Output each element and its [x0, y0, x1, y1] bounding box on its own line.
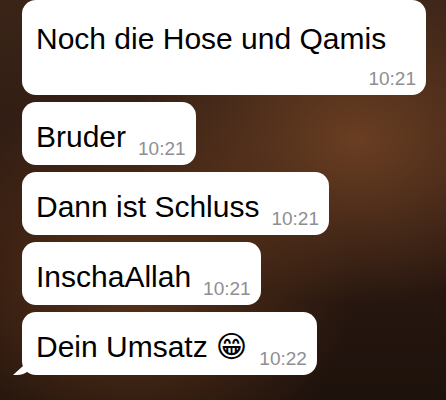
message-text: Noch die Hose und Qamis: [36, 19, 386, 58]
message-time: 10:22: [259, 348, 307, 370]
message-bubble[interactable]: Dann ist Schluss 10:21: [22, 172, 329, 235]
message-text: InschaAllah: [36, 257, 191, 296]
message-time: 10:21: [368, 68, 416, 90]
message-text: Bruder: [36, 117, 126, 156]
message-text: Dein Umsatz 😁: [36, 327, 247, 366]
message-list: Noch die Hose und Qamis10:21Bruder10:21D…: [0, 0, 446, 375]
chat-screen: Noch die Hose und Qamis10:21Bruder10:21D…: [0, 0, 446, 400]
message-bubble[interactable]: InschaAllah 10:21: [22, 242, 261, 305]
message-time: 10:21: [203, 278, 251, 300]
message-bubble[interactable]: Bruder 10:21: [22, 102, 196, 165]
message-bubble[interactable]: Noch die Hose und Qamis 10:21: [22, 0, 426, 95]
message-bubble[interactable]: Dein Umsatz 😁 10:22: [22, 312, 317, 375]
bubble-tail-icon: [13, 357, 33, 375]
message-time: 10:21: [271, 208, 319, 230]
message-text: Dann ist Schluss: [36, 187, 259, 226]
message-time: 10:21: [138, 138, 186, 160]
